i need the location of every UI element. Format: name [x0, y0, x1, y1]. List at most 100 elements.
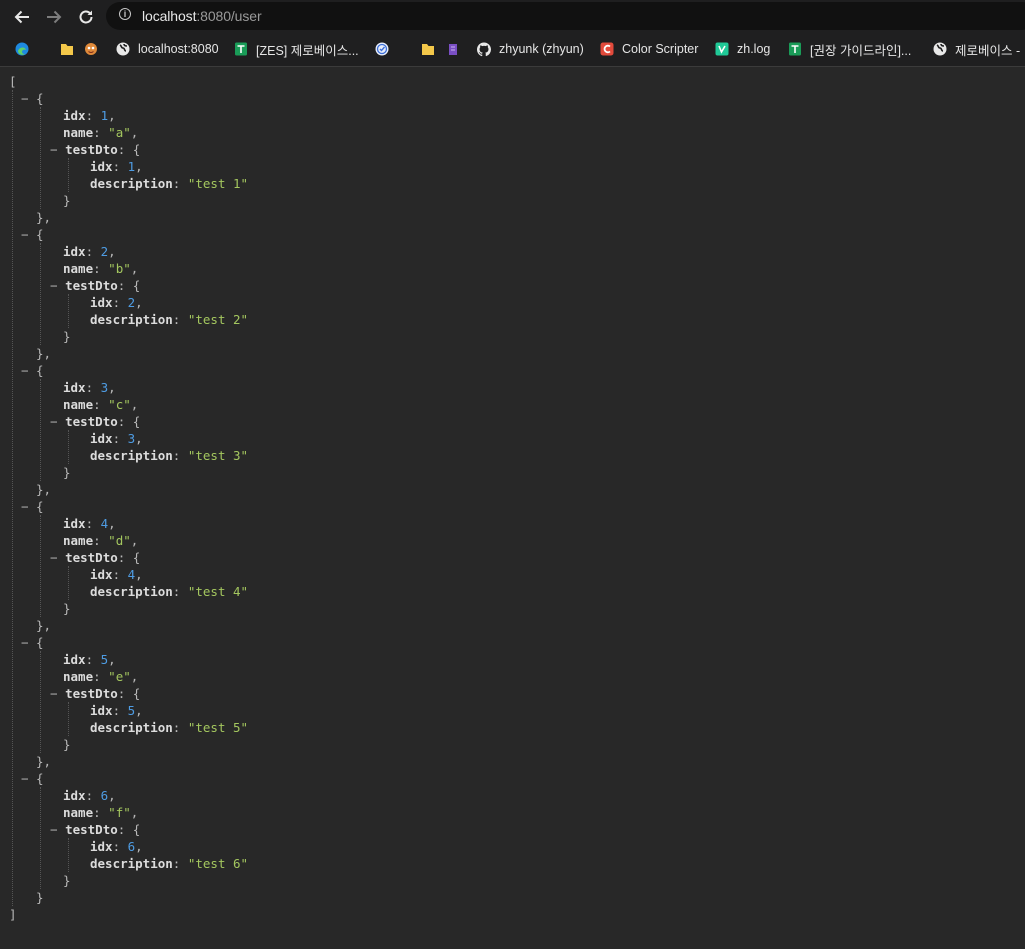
- key-idx: idx: [90, 159, 113, 174]
- json-punctuation: }: [63, 193, 71, 208]
- json-dto-close: }: [63, 872, 71, 889]
- bookmark-localhost[interactable]: localhost:8080: [116, 40, 219, 58]
- json-row-description: description: "test 1": [90, 175, 248, 192]
- json-punctuation: :: [85, 788, 101, 803]
- bookmark-label: zh.log: [737, 42, 771, 56]
- key-description: description: [90, 720, 173, 735]
- url-text[interactable]: localhost:8080/user: [142, 8, 262, 24]
- json-punctuation: :: [112, 703, 128, 718]
- indent-guide: [68, 158, 69, 192]
- key-testdto: testDto: [65, 414, 118, 429]
- bookmark-mascot[interactable]: [84, 40, 106, 58]
- bookmark-label: localhost:8080: [138, 42, 219, 56]
- json-row-dto-idx: idx: 2,: [90, 294, 143, 311]
- indent-guide: [40, 243, 41, 345]
- json-punctuation: ,: [108, 108, 116, 123]
- json-dto-close: }: [63, 600, 71, 617]
- json-punctuation: :: [172, 312, 188, 327]
- json-row-description: description: "test 3": [90, 447, 248, 464]
- collapse-toggle[interactable]: −: [21, 771, 29, 786]
- json-row-idx: idx: 2,: [63, 243, 116, 260]
- key-name: name: [63, 805, 94, 820]
- collapse-toggle[interactable]: −: [50, 278, 58, 293]
- collapse-toggle[interactable]: −: [50, 142, 58, 157]
- json-punctuation: :: [172, 448, 188, 463]
- json-punctuation: }: [36, 890, 44, 905]
- folder-icon: [421, 42, 435, 56]
- json-punctuation: {: [28, 499, 44, 514]
- bookmark-folder-2[interactable]: [421, 40, 443, 58]
- json-punctuation: : {: [117, 550, 141, 565]
- indent-guide: [40, 787, 41, 889]
- collapse-toggle[interactable]: −: [21, 227, 29, 242]
- bookmark-label: zhyunk (zhyun): [499, 42, 584, 56]
- collapse-toggle[interactable]: −: [50, 686, 58, 701]
- bookmark-label: 제로베이스 -: [955, 43, 1021, 58]
- bookmark-folder-1[interactable]: [60, 40, 82, 58]
- reload-button[interactable]: [73, 4, 99, 30]
- info-icon[interactable]: i: [119, 8, 131, 20]
- value-name: "a": [108, 125, 131, 140]
- bookmark-guideline-sheet[interactable]: [권장 가이드라인]...: [788, 40, 911, 58]
- value-name: "f": [108, 805, 131, 820]
- json-dto-close: }: [63, 328, 71, 345]
- json-object-end: },: [36, 345, 51, 362]
- json-punctuation: }: [63, 601, 71, 616]
- back-button[interactable]: [9, 4, 35, 30]
- collapse-toggle[interactable]: −: [21, 635, 29, 650]
- bookmark-edge[interactable]: [15, 40, 37, 58]
- arrow-left-icon: [14, 10, 29, 24]
- json-punctuation: ,: [135, 159, 143, 174]
- json-punctuation: :: [93, 533, 109, 548]
- check-badge-icon: [375, 42, 389, 56]
- json-punctuation: }: [63, 737, 71, 752]
- collapse-toggle[interactable]: −: [21, 499, 29, 514]
- bookmark-purple-app[interactable]: [446, 40, 468, 58]
- bookmark-zh-log[interactable]: zh.log: [715, 40, 770, 58]
- json-row-name: name: "e",: [63, 668, 138, 685]
- json-row-name: name: "f",: [63, 804, 138, 821]
- url-host: localhost: [142, 8, 197, 24]
- bookmark-check[interactable]: [375, 40, 397, 58]
- json-punctuation: :: [85, 244, 101, 259]
- mascot-icon: [84, 42, 98, 56]
- bookmark-label: Color Scripter: [622, 42, 699, 56]
- key-name: name: [63, 261, 94, 276]
- json-dto-close: }: [63, 192, 71, 209]
- json-punctuation: : {: [117, 278, 141, 293]
- key-name: name: [63, 669, 94, 684]
- json-punctuation: ,: [130, 669, 139, 684]
- json-object-start: − {: [21, 362, 44, 379]
- bookmark-label: [권장 가이드라인]...: [810, 43, 912, 58]
- json-punctuation: ,: [108, 788, 116, 803]
- key-description: description: [90, 584, 173, 599]
- collapse-toggle[interactable]: −: [50, 414, 58, 429]
- collapse-toggle[interactable]: −: [21, 91, 29, 106]
- bookmark-github[interactable]: zhyunk (zhyun): [477, 40, 584, 58]
- collapse-toggle[interactable]: −: [50, 550, 58, 565]
- collapse-toggle[interactable]: −: [50, 822, 58, 837]
- sheets-icon: [788, 42, 802, 56]
- bookmark-zes-sheet[interactable]: [ZES] 제로베이스...: [234, 40, 359, 58]
- bookmark-color-scripter[interactable]: Color Scripter: [600, 40, 698, 58]
- json-row-idx: idx: 6,: [63, 787, 116, 804]
- indent-guide: [40, 651, 41, 753]
- json-punctuation: }: [63, 465, 71, 480]
- indent-guide: [68, 702, 69, 736]
- json-punctuation: :: [85, 380, 101, 395]
- key-idx: idx: [63, 380, 86, 395]
- key-testdto: testDto: [65, 142, 118, 157]
- json-dto-close: }: [63, 736, 71, 753]
- json-viewer: [− {idx: 1, name: "a", − testDto: {idx: 1,…: [0, 67, 1025, 949]
- json-punctuation: :: [93, 397, 109, 412]
- collapse-toggle[interactable]: −: [21, 363, 29, 378]
- value-description: "test 1": [187, 176, 249, 191]
- forward-button[interactable]: [41, 4, 67, 30]
- key-idx: idx: [63, 652, 86, 667]
- key-testdto: testDto: [65, 822, 118, 837]
- json-punctuation: :: [93, 261, 109, 276]
- json-punctuation: :: [172, 176, 188, 191]
- value-description: "test 5": [187, 720, 249, 735]
- bookmark-zerobase[interactable]: 제로베이스 -: [933, 40, 1020, 58]
- address-bar[interactable]: i localhost:8080/user: [106, 2, 1025, 30]
